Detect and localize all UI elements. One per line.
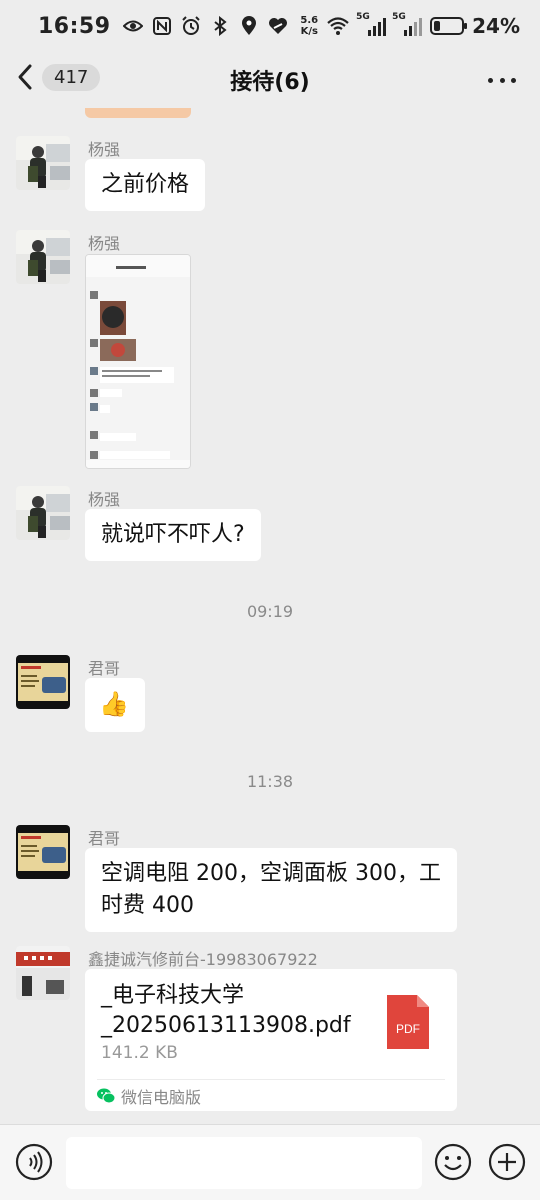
signal-2-label: 5G	[392, 12, 406, 22]
battery-icon	[430, 17, 468, 35]
emoji-button[interactable]	[434, 1143, 472, 1181]
chat-header: 417 接待(6)	[0, 52, 540, 108]
image-message[interactable]	[85, 254, 191, 469]
sender-name: 杨强	[88, 234, 121, 253]
battery-percent: 24%	[472, 14, 520, 38]
avatar[interactable]	[16, 825, 70, 879]
text-message-bubble[interactable]: 空调电阻 200，空调面板 300，工时费 400	[85, 848, 457, 932]
text-message-bubble[interactable]: 之前价格	[85, 159, 206, 211]
signal-1-label: 5G	[356, 12, 370, 22]
avatar-person-image	[16, 136, 70, 190]
timestamp: 11:38	[246, 772, 294, 791]
chat-title: 接待(6)	[230, 70, 310, 95]
file-name: _电子科技大学_20250613113908.pdf	[101, 983, 351, 1038]
network-speed-value: 5.6	[300, 15, 319, 26]
alarm-icon	[181, 16, 200, 35]
chat-screenshot-thumbnail	[86, 255, 190, 468]
sender-name: 君哥	[88, 829, 121, 848]
message-list[interactable]: 杨强 之前价格 杨强 杨强 就说吓不吓人? 09:19 君哥 👍 11:38 君…	[0, 108, 540, 1124]
sender-name: 杨强	[88, 140, 121, 159]
pdf-file-icon: PDF	[387, 995, 429, 1049]
heart-link-icon	[268, 18, 287, 34]
dot-icon	[499, 77, 505, 83]
chevron-left-icon	[18, 64, 32, 90]
network-speed-unit: K/s	[300, 26, 318, 37]
dot-icon	[511, 77, 516, 83]
sender-name: 君哥	[88, 659, 121, 678]
avatar[interactable]	[16, 946, 70, 1000]
message-input-bar	[0, 1124, 540, 1200]
file-source-label: 微信电脑版	[121, 1087, 202, 1107]
avatar-person-image	[16, 486, 70, 540]
voice-input-button[interactable]	[15, 1143, 53, 1181]
avatar[interactable]	[16, 230, 70, 284]
system-indicators: 5.6 K/s 5G 5G 24%	[300, 12, 520, 38]
message-text-input[interactable]	[66, 1137, 422, 1189]
nfc-icon	[152, 17, 171, 35]
eye-icon	[122, 20, 143, 32]
avatar-shop-image	[16, 946, 70, 1000]
location-icon	[241, 16, 256, 35]
signal-5g-2-icon: 5G	[392, 12, 423, 36]
back-button[interactable]: 417	[14, 62, 101, 92]
avatar-person-image	[16, 230, 70, 284]
sender-name: 杨强	[88, 490, 121, 509]
file-message-card[interactable]: _电子科技大学_20250613113908.pdf 141.2 KB PDF …	[85, 969, 457, 1111]
timestamp: 09:19	[246, 602, 294, 621]
previous-message-fragment	[85, 108, 191, 118]
bluetooth-icon	[213, 16, 227, 36]
dot-icon	[488, 77, 493, 83]
sender-name: 鑫捷诚汽修前台-19983067922	[88, 950, 318, 969]
wechat-icon	[97, 1088, 115, 1103]
wifi-icon	[327, 17, 349, 35]
network-speed: 5.6 K/s	[300, 15, 318, 37]
text-message-bubble[interactable]: 就说吓不吓人?	[85, 509, 261, 561]
emoji-message-bubble[interactable]: 👍	[85, 678, 145, 732]
clock: 16:59	[38, 13, 111, 39]
more-actions-button[interactable]	[488, 1143, 526, 1181]
status-bar: 16:59 5.6 K/s 5G 5G 24%	[0, 0, 540, 52]
notification-icons	[122, 16, 288, 36]
avatar[interactable]	[16, 655, 70, 709]
avatar-business-card-image	[16, 655, 70, 709]
avatar[interactable]	[16, 486, 70, 540]
pdf-label: PDF	[396, 1022, 420, 1036]
avatar-business-card-image	[16, 825, 70, 879]
avatar[interactable]	[16, 136, 70, 190]
unread-count-badge: 417	[42, 63, 101, 91]
signal-5g-1-icon: 5G	[356, 12, 387, 36]
more-options-button[interactable]	[488, 66, 516, 94]
file-source-footer: 微信电脑版	[97, 1079, 445, 1111]
